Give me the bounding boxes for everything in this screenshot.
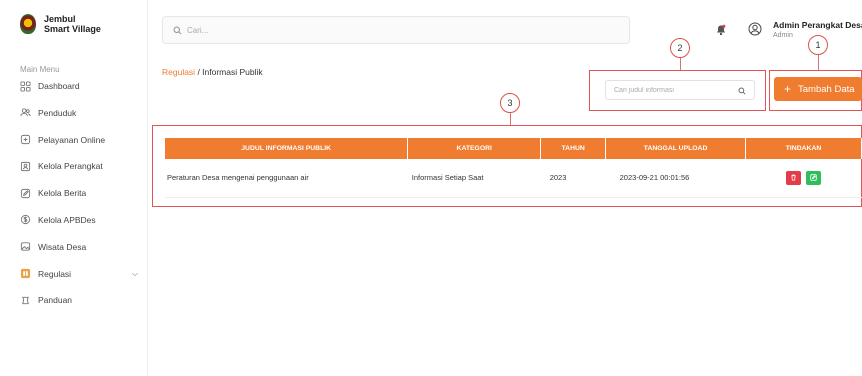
column-header-kategori[interactable]: KATEGORI bbox=[407, 138, 542, 159]
cell-kategori: Informasi Setiap Saat bbox=[407, 159, 541, 198]
sidebar-item-label: Dashboard bbox=[38, 81, 80, 91]
brand[interactable]: Jembul Smart Village bbox=[20, 14, 101, 34]
annotation-badge-3: 3 bbox=[500, 93, 520, 113]
sidebar-item-dashboard[interactable]: Dashboard bbox=[20, 80, 138, 92]
sidebar-item-label: Regulasi bbox=[38, 268, 72, 279]
sidebar-item-label: Kelola APBDes bbox=[38, 214, 96, 225]
public-info-table: JUDUL INFORMASI PUBLIK KATEGORI TAHUN TA… bbox=[165, 138, 862, 198]
annotation-connector-2 bbox=[680, 58, 681, 70]
sidebar-item-wisata-desa[interactable]: Wisata Desa bbox=[20, 241, 138, 253]
table-row: Peraturan Desa mengenai penggunaan air I… bbox=[165, 159, 862, 198]
sidebar: Jembul Smart Village Main Menu Dashboard… bbox=[0, 0, 148, 376]
add-data-button[interactable]: + Tambah Data bbox=[774, 77, 862, 101]
edit-icon bbox=[20, 188, 31, 199]
book-icon bbox=[20, 268, 31, 279]
service-icon bbox=[20, 134, 31, 145]
cell-tanggal-upload: 2023-09-21 00:01:56 bbox=[605, 159, 746, 198]
breadcrumb: Regulasi / Informasi Publik bbox=[162, 67, 263, 77]
table-header-row: JUDUL INFORMASI PUBLIK KATEGORI TAHUN TA… bbox=[165, 138, 862, 159]
search-icon bbox=[173, 26, 182, 34]
edit-button[interactable] bbox=[806, 170, 822, 185]
sidebar-item-pelayanan-online[interactable]: Pelayanan Online bbox=[20, 134, 138, 146]
cell-tahun: 2023 bbox=[540, 159, 606, 198]
annotation-connector-1 bbox=[818, 55, 819, 70]
sidebar-menu: Dashboard Penduduk Pelayanan Online Kelo… bbox=[20, 80, 138, 321]
search-icon[interactable] bbox=[738, 87, 746, 95]
annotation-badge-1: 1 bbox=[808, 35, 828, 55]
sidebar-item-label: Pelayanan Online bbox=[38, 134, 106, 145]
sidebar-item-penduduk[interactable]: Penduduk bbox=[20, 107, 138, 119]
brand-name-line1: Jembul bbox=[44, 14, 76, 24]
plus-icon: + bbox=[784, 82, 792, 96]
sidebar-item-label: Kelola Perangkat bbox=[38, 161, 103, 172]
user-role: Admin bbox=[773, 32, 793, 39]
id-card-icon bbox=[20, 161, 31, 172]
sidebar-item-regulasi[interactable]: Regulasi ⌵ bbox=[20, 268, 138, 280]
sidebar-item-panduan[interactable]: Panduan bbox=[20, 294, 138, 306]
user-name[interactable]: Admin Perangkat Desa bbox=[773, 20, 862, 30]
column-header-judul[interactable]: JUDUL INFORMASI PUBLIK bbox=[165, 138, 409, 159]
sidebar-item-label: Wisata Desa bbox=[38, 241, 87, 252]
column-header-tindakan: TINDAKAN bbox=[745, 138, 862, 159]
notification-bell-icon[interactable] bbox=[715, 24, 727, 36]
sidebar-item-kelola-perangkat[interactable]: Kelola Perangkat bbox=[20, 160, 138, 172]
sidebar-item-label: Kelola Berita bbox=[38, 188, 87, 199]
dashboard-icon bbox=[20, 80, 31, 92]
add-data-label: Tambah Data bbox=[798, 83, 855, 95]
money-icon bbox=[20, 214, 31, 225]
sidebar-item-kelola-berita[interactable]: Kelola Berita bbox=[20, 187, 138, 199]
title-search-input[interactable] bbox=[614, 86, 734, 94]
sidebar-item-label: Penduduk bbox=[38, 107, 77, 118]
cell-tindakan bbox=[745, 159, 862, 198]
village-logo-icon bbox=[20, 14, 36, 34]
breadcrumb-link-regulasi[interactable]: Regulasi bbox=[162, 67, 195, 77]
cell-judul: Peraturan Desa mengenai penggunaan air bbox=[165, 159, 408, 198]
title-search[interactable] bbox=[605, 80, 755, 100]
sidebar-item-kelola-apbdes[interactable]: Kelola APBDes bbox=[20, 214, 138, 226]
global-search-input[interactable] bbox=[187, 25, 607, 35]
annotation-badge-2: 2 bbox=[670, 38, 690, 58]
help-icon bbox=[20, 295, 31, 306]
menu-section-title: Main Menu bbox=[20, 65, 60, 74]
column-header-tahun[interactable]: TAHUN bbox=[540, 138, 607, 159]
image-icon bbox=[20, 241, 31, 252]
users-icon bbox=[20, 107, 31, 118]
edit-icon bbox=[810, 174, 817, 181]
column-header-tanggal-upload[interactable]: TANGGAL UPLOAD bbox=[605, 138, 747, 159]
brand-name-line2: Smart Village bbox=[44, 24, 101, 34]
delete-button[interactable] bbox=[786, 170, 802, 185]
trash-icon bbox=[791, 174, 796, 181]
annotation-connector-3 bbox=[510, 113, 511, 125]
chevron-down-icon[interactable]: ⌵ bbox=[132, 269, 138, 279]
user-avatar-icon[interactable] bbox=[748, 22, 762, 36]
app-window: Jembul Smart Village Main Menu Dashboard… bbox=[0, 0, 862, 376]
breadcrumb-current: Informasi Publik bbox=[202, 67, 263, 77]
sidebar-item-label: Panduan bbox=[38, 295, 73, 306]
global-search[interactable] bbox=[162, 16, 630, 44]
